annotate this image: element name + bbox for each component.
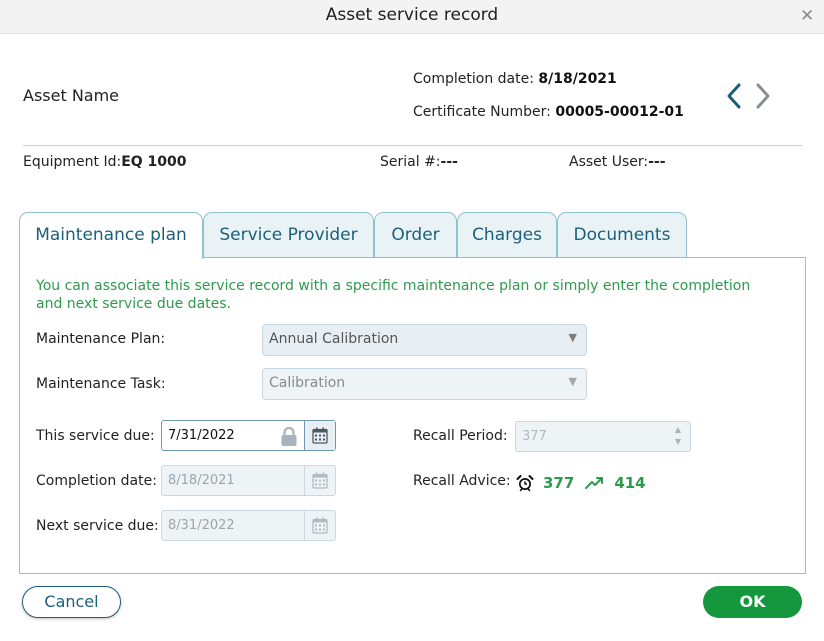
spinner[interactable]: ▲ ▼: [672, 424, 684, 448]
completion-date-field-label: Completion date:: [36, 473, 157, 489]
completion-date-value: 8/18/2021: [538, 71, 617, 87]
alarm-clock-icon: [516, 475, 534, 492]
completion-date-input[interactable]: 8/18/2021: [161, 465, 336, 496]
equipment-id-label: Equipment Id:: [23, 154, 122, 170]
tab-documents[interactable]: Documents: [557, 212, 687, 258]
chevron-right-icon: [756, 83, 770, 109]
tab-service-provider[interactable]: Service Provider: [203, 212, 374, 258]
calendar-icon: [312, 472, 328, 489]
dropdown-arrow-icon: ▼: [568, 375, 577, 388]
this-service-due-input[interactable]: 7/31/2022: [161, 420, 336, 451]
chevron-left-icon: [727, 83, 741, 109]
title-bar: Asset service record ✕: [0, 0, 824, 34]
tab-maintenance-plan[interactable]: Maintenance plan: [19, 212, 203, 259]
recall-period-input[interactable]: 377 ▲ ▼: [515, 421, 691, 452]
header-completion-date: Completion date: 8/18/2021: [413, 71, 617, 87]
asset-name: Asset Name: [23, 86, 120, 105]
asset-user: Asset User:---: [569, 154, 666, 170]
next-service-due-label: Next service due:: [36, 518, 159, 534]
maintenance-task-value: Calibration: [269, 375, 346, 391]
maintenance-task-label: Maintenance Task:: [36, 376, 166, 392]
certificate-number-label: Certificate Number:: [413, 104, 556, 120]
next-service-due-value: 8/31/2022: [168, 518, 235, 533]
calendar-button[interactable]: [304, 466, 335, 495]
maintenance-plan-value: Annual Calibration: [269, 331, 399, 347]
equipment-id: Equipment Id:EQ 1000: [23, 154, 187, 170]
header-divider: [23, 145, 802, 146]
asset-service-record-dialog: Asset service record ✕ Asset Name Comple…: [0, 0, 824, 641]
certificate-number-value: 00005-00012-01: [555, 104, 684, 120]
serial-number-label: Serial #:: [380, 154, 441, 170]
calendar-button[interactable]: [304, 421, 335, 450]
asset-user-label: Asset User:: [569, 154, 649, 170]
maintenance-task-select[interactable]: Calibration ▼: [262, 368, 587, 400]
dialog-title: Asset service record: [325, 5, 499, 25]
this-service-due-label: This service due:: [36, 428, 155, 444]
recall-period-label: Recall Period:: [413, 428, 508, 444]
completion-date-field-value: 8/18/2021: [168, 473, 235, 488]
tab-charges[interactable]: Charges: [457, 212, 557, 258]
next-record-button[interactable]: [752, 80, 774, 112]
calendar-button[interactable]: [304, 511, 335, 540]
recall-advice-current: 377: [543, 474, 575, 492]
header-certificate-number: Certificate Number: 00005-00012-01: [413, 104, 684, 120]
spin-down-icon[interactable]: ▼: [672, 436, 684, 448]
maintenance-plan-label: Maintenance Plan:: [36, 331, 166, 347]
this-service-due-value: 7/31/2022: [168, 428, 235, 443]
completion-date-label: Completion date:: [413, 71, 539, 87]
recall-advice-label: Recall Advice:: [413, 473, 511, 489]
calendar-icon: [312, 427, 328, 444]
spin-up-icon[interactable]: ▲: [672, 424, 684, 436]
cancel-button[interactable]: Cancel: [22, 586, 121, 618]
recall-advice-next: 414: [614, 474, 646, 492]
serial-number: Serial #:---: [380, 154, 458, 170]
calendar-icon: [312, 517, 328, 534]
lock-icon[interactable]: [279, 426, 299, 446]
recall-period-value: 377: [522, 429, 547, 444]
next-service-due-input[interactable]: 8/31/2022: [161, 510, 336, 541]
trending-up-icon: [585, 477, 604, 489]
ok-button[interactable]: OK: [703, 586, 802, 618]
tab-order[interactable]: Order: [374, 212, 457, 258]
equipment-id-value: EQ 1000: [121, 154, 187, 170]
previous-record-button[interactable]: [723, 80, 745, 112]
maintenance-plan-select[interactable]: Annual Calibration ▼: [262, 324, 587, 356]
dropdown-arrow-icon: ▼: [568, 331, 577, 344]
asset-user-value: ---: [648, 154, 666, 170]
close-icon[interactable]: ✕: [800, 7, 814, 25]
recall-advice: 377 414: [516, 473, 646, 493]
info-message: You can associate this service record wi…: [36, 278, 751, 312]
serial-number-value: ---: [440, 154, 458, 170]
